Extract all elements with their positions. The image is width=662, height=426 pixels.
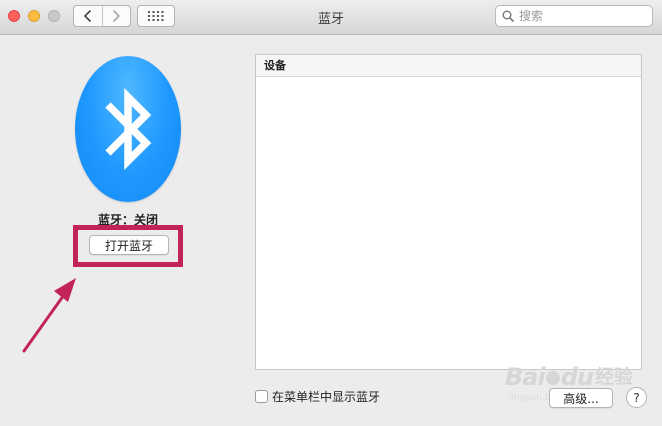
- minimize-window-button[interactable]: [28, 10, 40, 22]
- search-input[interactable]: [519, 9, 639, 23]
- turn-on-bluetooth-button[interactable]: 打开蓝牙: [89, 235, 169, 255]
- help-button[interactable]: ?: [626, 387, 647, 408]
- back-button[interactable]: [74, 6, 103, 26]
- show-all-button[interactable]: [137, 5, 175, 27]
- show-in-menubar-label: 在菜单栏中显示蓝牙: [272, 390, 381, 404]
- chevron-right-icon: [113, 10, 121, 22]
- forward-button[interactable]: [103, 6, 131, 26]
- bluetooth-logo-icon: [75, 56, 181, 202]
- annotation-arrow-icon: [22, 278, 76, 353]
- devices-column-header: 设备: [256, 55, 641, 77]
- title-bar: 蓝牙: [0, 0, 662, 35]
- show-in-menubar-option[interactable]: 在菜单栏中显示蓝牙: [255, 388, 380, 405]
- grid-icon: [148, 11, 164, 21]
- devices-list[interactable]: 设备: [255, 54, 642, 370]
- search-field[interactable]: [495, 5, 653, 27]
- advanced-button[interactable]: 高级...: [549, 388, 613, 408]
- zoom-window-button[interactable]: [48, 10, 60, 22]
- chevron-left-icon: [83, 10, 91, 22]
- show-in-menubar-checkbox[interactable]: [255, 390, 268, 403]
- close-window-button[interactable]: [8, 10, 20, 22]
- paw-icon: [545, 371, 560, 385]
- search-icon: [502, 10, 514, 22]
- navigation-buttons: [73, 5, 131, 27]
- window-title: 蓝牙: [317, 12, 344, 27]
